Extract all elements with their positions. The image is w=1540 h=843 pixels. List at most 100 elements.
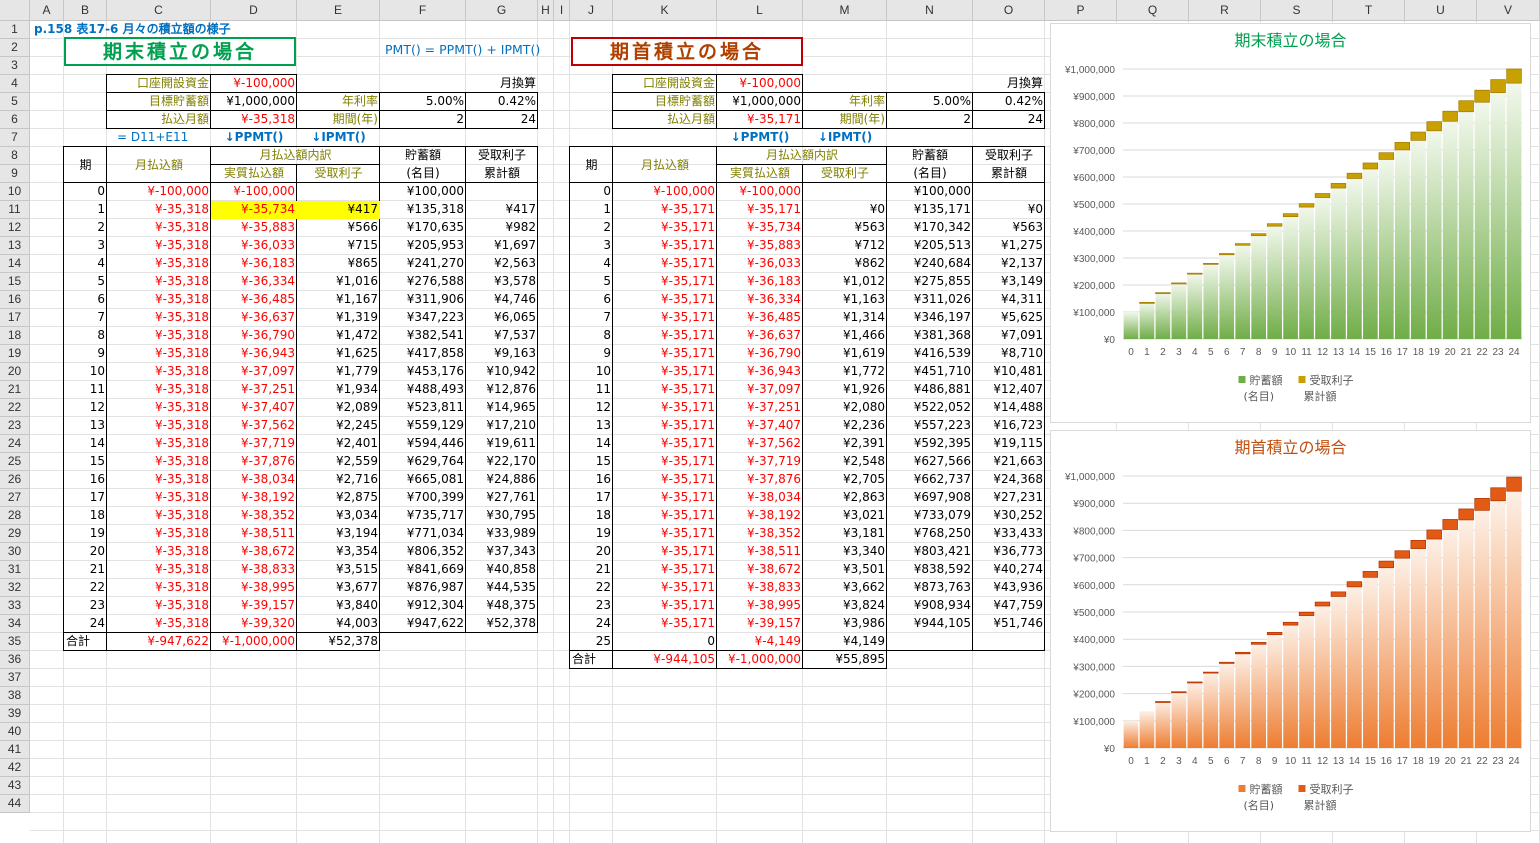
bar-interest — [1282, 213, 1299, 217]
x-tick-label: 1 — [1144, 756, 1150, 767]
x-tick-label: 17 — [1397, 756, 1409, 767]
bar-savings — [1331, 596, 1346, 748]
bar-savings — [1426, 539, 1442, 748]
bar-interest — [1474, 89, 1490, 103]
legend-swatch — [1298, 376, 1306, 383]
bar-savings — [1267, 226, 1282, 339]
y-tick-label: ¥1,000,000 — [1064, 472, 1115, 483]
y-tick-label: ¥700,000 — [1072, 554, 1115, 565]
x-tick-label: 7 — [1240, 347, 1246, 358]
bar-interest — [1458, 100, 1474, 113]
x-tick-label: 11 — [1301, 347, 1312, 358]
bar-savings — [1410, 548, 1426, 748]
bar-interest — [1490, 79, 1506, 94]
bar-savings — [1219, 663, 1235, 748]
x-tick-label: 16 — [1381, 756, 1393, 767]
bar-savings — [1506, 83, 1522, 339]
x-tick-label: 22 — [1477, 756, 1489, 767]
bar-savings — [1299, 615, 1314, 748]
y-tick-label: ¥100,000 — [1072, 717, 1115, 728]
legend-swatch — [1238, 785, 1246, 792]
x-tick-label: 5 — [1208, 347, 1214, 358]
bar-interest — [1474, 498, 1490, 511]
y-tick-label: ¥600,000 — [1072, 173, 1115, 184]
bar-interest — [1171, 691, 1187, 694]
x-tick-label: 7 — [1240, 756, 1246, 767]
bar-interest — [1219, 253, 1235, 256]
bar-savings — [1490, 500, 1506, 748]
bar-interest — [1394, 550, 1410, 559]
x-tick-label: 23 — [1492, 347, 1504, 358]
x-tick-label: 0 — [1128, 347, 1134, 358]
bar-interest — [1235, 651, 1251, 655]
bar-savings — [1171, 692, 1187, 748]
bar-interest — [1219, 661, 1235, 664]
chart-title: 期首積立の場合 — [1234, 438, 1346, 457]
chart-start-of-period[interactable]: 期首積立の場合 ¥0 ¥100,000 ¥200,000 ¥300,000 ¥400,00… — [1050, 430, 1531, 832]
bar-interest — [1203, 671, 1219, 674]
bar-interest — [1155, 292, 1171, 295]
x-tick-label: 3 — [1176, 756, 1182, 767]
bar-interest — [1362, 571, 1379, 578]
bar-interest — [1362, 162, 1379, 170]
y-tick-label: ¥200,000 — [1072, 281, 1115, 292]
bar-savings — [1219, 254, 1235, 339]
x-tick-label: 8 — [1256, 756, 1262, 767]
y-tick-label: ¥400,000 — [1072, 227, 1115, 238]
x-tick-label: 18 — [1413, 756, 1425, 767]
x-tick-label: 2 — [1160, 347, 1166, 358]
bar-savings — [1203, 264, 1219, 339]
bar-interest — [1266, 223, 1283, 227]
bar-interest — [1187, 272, 1203, 275]
y-tick-label: ¥900,000 — [1072, 92, 1115, 103]
spreadsheet[interactable]: 口座開設資金 ¥-100,000 月換算 目標貯蓄額 ¥1,000,000 年利率 5.00… — [0, 0, 1540, 843]
bar-savings — [1474, 510, 1490, 748]
x-tick-label: 17 — [1397, 347, 1409, 358]
bar-savings — [1283, 625, 1298, 748]
y-tick-label: ¥300,000 — [1072, 254, 1115, 265]
x-tick-label: 5 — [1208, 756, 1214, 767]
bar-interest — [1346, 581, 1363, 588]
y-tick-label: ¥900,000 — [1072, 499, 1115, 510]
legend-label: 累計額 — [1304, 389, 1337, 403]
x-tick-label: 24 — [1508, 347, 1520, 358]
bar-savings — [1363, 168, 1378, 339]
bar-savings — [1171, 283, 1187, 339]
bar-savings — [1347, 586, 1362, 748]
bar-interest — [1330, 183, 1347, 189]
chart-end-of-period[interactable]: 期末積立の場合 ¥0 ¥100,000 ¥200,000 ¥300,000 ¥400,00… — [1050, 23, 1531, 423]
bar-savings — [1139, 302, 1155, 339]
bar-interest — [1506, 68, 1522, 84]
x-tick-label: 0 — [1128, 756, 1134, 767]
y-tick-label: ¥800,000 — [1072, 526, 1115, 537]
y-tick-label: ¥100,000 — [1072, 308, 1115, 319]
bar-interest — [1410, 540, 1426, 549]
bar-interest — [1203, 263, 1219, 265]
bar-interest — [1330, 591, 1347, 597]
legend-label: 貯蓄額 — [1250, 783, 1283, 796]
bar-savings — [1490, 92, 1506, 339]
bar-savings — [1187, 273, 1203, 339]
bar-savings — [1155, 292, 1171, 339]
bar-interest — [1442, 110, 1458, 122]
x-tick-label: 21 — [1461, 347, 1473, 358]
bar-interest — [1314, 193, 1331, 198]
x-tick-label: 18 — [1413, 347, 1425, 358]
y-tick-label: ¥0 — [1103, 335, 1116, 346]
bar-interest — [1394, 142, 1410, 151]
bar-interest — [1298, 203, 1315, 208]
y-tick-label: ¥500,000 — [1072, 200, 1115, 211]
bar-interest — [1378, 152, 1395, 160]
bar-interest — [1378, 560, 1395, 569]
bar-savings — [1315, 606, 1330, 748]
bar-savings — [1442, 529, 1458, 748]
bar-savings — [1347, 178, 1362, 339]
bar-savings — [1378, 159, 1394, 339]
x-tick-label: 19 — [1429, 756, 1441, 767]
legend-label: (名目) — [1244, 798, 1275, 812]
bar-savings — [1410, 140, 1426, 339]
x-tick-label: 20 — [1445, 347, 1457, 358]
x-tick-label: 4 — [1192, 347, 1198, 358]
bar-savings — [1442, 121, 1458, 339]
bar-savings — [1139, 711, 1155, 748]
